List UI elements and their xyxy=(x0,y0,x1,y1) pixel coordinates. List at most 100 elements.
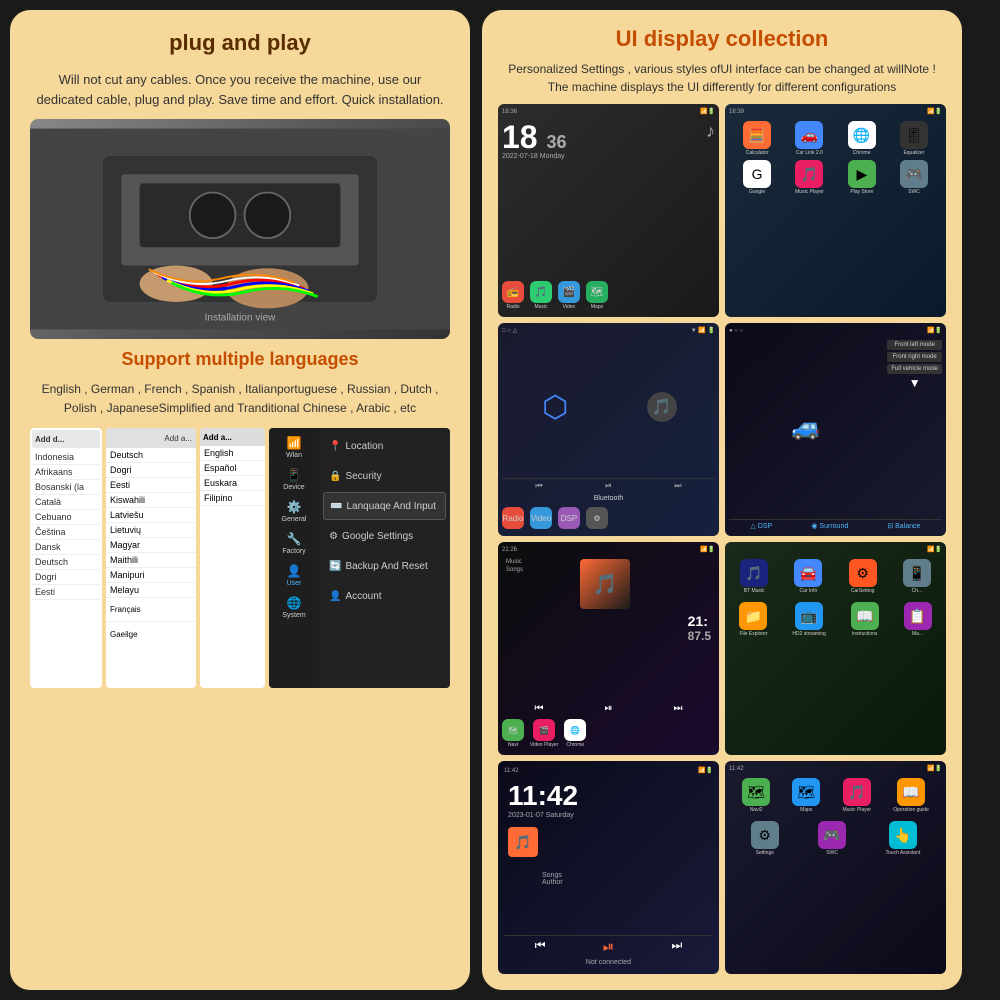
ui-screen-carmode: ● ○ ○📶🔋 🚙 Front left mode Front right mo… xyxy=(725,323,946,536)
lang-list-col2: Add a... Deutsch Dogri Eesti Kiswahili L… xyxy=(106,428,196,688)
ui-collection-desc: Personalized Settings , various styles o… xyxy=(498,60,946,96)
bt-dsp[interactable]: DSP xyxy=(558,507,580,529)
screen2-topbar: 18:39📶🔋 xyxy=(729,108,942,115)
app-chrome[interactable]: 🌐 Chrome xyxy=(848,121,876,156)
bt-radio[interactable]: Radio xyxy=(502,507,524,529)
settings-device[interactable]: 📱 Device xyxy=(269,464,319,494)
app-fileexplorer[interactable]: 📁 File Explorer xyxy=(739,602,767,637)
ui-screen-apps2: 📶🔋 🎵 BT Music 🚘 Car Info ⚙ CarSetting xyxy=(725,542,946,755)
navi-item[interactable]: 🗺 Navi xyxy=(502,719,524,748)
menu-google-settings[interactable]: ⚙ Google Settings xyxy=(323,522,446,550)
lang-item[interactable]: Eesti xyxy=(106,478,196,493)
ui-screen-bluetooth: □ ○ △▼ 📶 🔋 ⬡ 🎵 ⏮⏯⏭ Bluetooth Radio xyxy=(498,323,719,536)
add-lang-header: Add a... xyxy=(106,428,196,448)
apps2-row1: 🎵 BT Music 🚘 Car Info ⚙ CarSetting 📱 Ch.… xyxy=(729,559,942,594)
lang-item[interactable]: Deutsch xyxy=(106,448,196,463)
screen4-topbar: ● ○ ○📶🔋 xyxy=(729,327,942,334)
ui-screens-grid: 18:36📶🔋 18 36 2022-07-18 Monday ♪ 📻 Radi… xyxy=(498,104,946,974)
lang-item[interactable]: Deutsch xyxy=(32,555,100,570)
front-left-mode[interactable]: Front left mode xyxy=(887,340,942,350)
menu-security[interactable]: 🔒 Security xyxy=(323,462,446,490)
bt-settings[interactable]: ⚙ xyxy=(586,507,608,529)
app-musicplayer2[interactable]: 🎵 Music Player xyxy=(842,778,871,813)
settings-user[interactable]: 👤 User xyxy=(269,560,319,590)
lang-item[interactable]: Magyar xyxy=(106,538,196,553)
app-calculator[interactable]: 🧮 Calculator xyxy=(743,121,771,156)
app-extra[interactable]: 📱 Ch... xyxy=(903,559,931,594)
full-vehicle-mode[interactable]: Full vehicle mode xyxy=(887,364,942,374)
settings-factory[interactable]: 🔧 Factory xyxy=(269,528,319,558)
app-maps2[interactable]: 🗺 Maps xyxy=(792,778,820,813)
lang-item[interactable]: Dansk xyxy=(32,540,100,555)
lang-item[interactable]: Latviešu xyxy=(106,508,196,523)
lang-item[interactable]: Manipuri xyxy=(106,568,196,583)
lang-item[interactable]: Lietuvių xyxy=(106,523,196,538)
settings-icons-col: 📶 Wlan 📱 Device ⚙️ General 🔧 xyxy=(269,428,319,688)
clock-time: 18 36 xyxy=(502,121,567,153)
lang-list-col3: Add a... English Español Euskara Filipin… xyxy=(200,428,265,688)
lang-item[interactable]: Bosanski (la xyxy=(32,480,100,495)
app-instructions[interactable]: 📖 Instructions xyxy=(851,602,879,637)
radio-icon-item[interactable]: 📻 Radio xyxy=(502,281,524,310)
main-container: plug and play Will not cut any cables. O… xyxy=(10,10,990,990)
lang-item[interactable]: Dogri xyxy=(32,570,100,585)
screen3-topbar: □ ○ △▼ 📶 🔋 xyxy=(502,327,715,334)
lang-item[interactable]: Indonesia xyxy=(32,450,100,465)
app-carsetting[interactable]: ⚙ CarSetting xyxy=(849,559,877,594)
languages-desc: English , German , French , Spanish , It… xyxy=(30,380,450,418)
app-hd2[interactable]: 📺 HD2 streaming xyxy=(792,602,825,637)
menu-account[interactable]: 👤 Account xyxy=(323,582,446,610)
front-right-mode[interactable]: Front right mode xyxy=(887,352,942,362)
chrome-item[interactable]: 🌐 Chrome xyxy=(564,719,586,748)
app-navi2[interactable]: 🗺 Navi2 xyxy=(742,778,770,813)
app-btmusic[interactable]: 🎵 BT Music xyxy=(740,559,768,594)
ui-screen-music: 21:26📶🔋 MusicSongs 🎵 21: 87.5 ⏮⏯⏭ xyxy=(498,542,719,755)
lang-item[interactable]: Melayu xyxy=(106,583,196,598)
app-google[interactable]: G Google xyxy=(743,160,771,195)
app-swc[interactable]: 🎮 SWC xyxy=(900,160,928,195)
app-equalizer[interactable]: 🎚 Equalizer xyxy=(900,121,928,156)
music-icon-item[interactable]: 🎵 Music xyxy=(530,281,552,310)
ui-screen-clock: 18:36📶🔋 18 36 2022-07-18 Monday ♪ 📻 Radi… xyxy=(498,104,719,317)
lang-item[interactable]: Cebuano xyxy=(32,510,100,525)
app-swc2[interactable]: 🎮 SWC xyxy=(818,821,846,856)
menu-backup-reset[interactable]: 🔄 Backup And Reset xyxy=(323,552,446,580)
apps3-row2: ⚙ Settings 🎮 SWC 👆 Touch Assistant xyxy=(733,821,938,856)
lang-item[interactable]: Català xyxy=(32,495,100,510)
app-touchassist[interactable]: 👆 Touch Assistant xyxy=(886,821,921,856)
maps-icon-item[interactable]: 🗺 Maps xyxy=(586,281,608,310)
lang-item[interactable]: Maithili xyxy=(106,553,196,568)
settings-system[interactable]: 🌐 System xyxy=(269,592,319,622)
lang-list-col1: Add d... Indonesia Afrikaans Bosanski (l… xyxy=(30,428,102,688)
lang-item[interactable]: Afrikaans xyxy=(32,465,100,480)
videoplayer-item[interactable]: 🎬 Video Player xyxy=(530,719,558,748)
video-icon-item[interactable]: 🎬 Video xyxy=(558,281,580,310)
app-carinfo[interactable]: 🚘 Car Info xyxy=(794,559,822,594)
apps3-row1: 🗺 Navi2 🗺 Maps 🎵 Music Player 📖 xyxy=(733,778,938,813)
ui-collection-title: UI display collection xyxy=(498,26,946,52)
app-guide[interactable]: 📖 Operation guide xyxy=(893,778,929,813)
settings-general[interactable]: ⚙️ General xyxy=(269,496,319,526)
menu-language-input[interactable]: ⌨️ Lanquaqe And Input xyxy=(323,492,446,520)
app-carlink[interactable]: 🚗 Car Link 2.0 xyxy=(795,121,823,156)
screen5-topbar: 21:26📶🔋 xyxy=(502,546,715,553)
lang-item[interactable]: Kiswahili xyxy=(106,493,196,508)
lang-item[interactable]: Eesti xyxy=(32,585,100,600)
app-row-1: 🧮 Calculator 🚗 Car Link 2.0 🌐 Chrome xyxy=(733,121,938,156)
bt-video[interactable]: Video xyxy=(530,507,552,529)
screen-topbar: 18:36📶🔋 xyxy=(502,108,715,115)
car-3d-view: 🚙 xyxy=(729,340,883,515)
settings-panel: 📶 Wlan 📱 Device ⚙️ General 🔧 xyxy=(269,428,450,688)
settings-wlan[interactable]: 📶 Wlan xyxy=(269,432,319,462)
app-musicplayer[interactable]: 🎵 Music Player xyxy=(795,160,824,195)
lang-item[interactable]: Dogri xyxy=(106,463,196,478)
languages-title: Support multiple languages xyxy=(30,349,450,370)
screen3-bottom: Radio Video DSP ⚙ xyxy=(502,504,715,532)
app-ma[interactable]: 📋 Ma... xyxy=(904,602,932,637)
menu-location[interactable]: 📍 Location xyxy=(323,432,446,460)
app-playstore[interactable]: ▶ Play Store xyxy=(848,160,876,195)
bluetooth-icon: ⬡ xyxy=(504,338,607,476)
apps2-row2: 📁 File Explorer 📺 HD2 streaming 📖 Instru… xyxy=(729,602,942,637)
lang-item[interactable]: Čeština xyxy=(32,525,100,540)
app-settings2[interactable]: ⚙ Settings xyxy=(751,821,779,856)
